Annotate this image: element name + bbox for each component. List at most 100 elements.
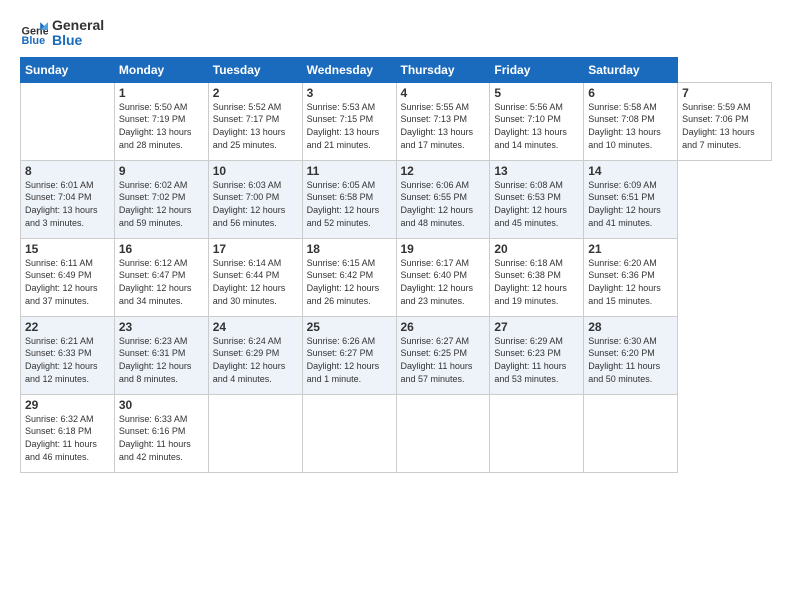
day-info: Sunrise: 6:03 AM Sunset: 7:00 PM Dayligh… bbox=[213, 179, 298, 229]
logo-icon: General Blue bbox=[20, 19, 48, 47]
calendar-week-row: 29Sunrise: 6:32 AM Sunset: 6:18 PM Dayli… bbox=[21, 394, 772, 472]
day-info: Sunrise: 6:30 AM Sunset: 6:20 PM Dayligh… bbox=[588, 335, 673, 385]
day-number: 24 bbox=[213, 320, 298, 334]
day-info: Sunrise: 6:29 AM Sunset: 6:23 PM Dayligh… bbox=[494, 335, 579, 385]
day-number: 19 bbox=[401, 242, 486, 256]
calendar-cell: 26Sunrise: 6:27 AM Sunset: 6:25 PM Dayli… bbox=[396, 316, 490, 394]
calendar-cell bbox=[21, 82, 115, 160]
calendar-cell bbox=[302, 394, 396, 472]
day-number: 3 bbox=[307, 86, 392, 100]
day-number: 5 bbox=[494, 86, 579, 100]
day-info: Sunrise: 6:15 AM Sunset: 6:42 PM Dayligh… bbox=[307, 257, 392, 307]
calendar-cell: 12Sunrise: 6:06 AM Sunset: 6:55 PM Dayli… bbox=[396, 160, 490, 238]
calendar-cell: 11Sunrise: 6:05 AM Sunset: 6:58 PM Dayli… bbox=[302, 160, 396, 238]
day-number: 15 bbox=[25, 242, 110, 256]
day-number: 29 bbox=[25, 398, 110, 412]
logo: General Blue General Blue bbox=[20, 18, 104, 49]
day-info: Sunrise: 6:20 AM Sunset: 6:36 PM Dayligh… bbox=[588, 257, 673, 307]
day-info: Sunrise: 6:02 AM Sunset: 7:02 PM Dayligh… bbox=[119, 179, 204, 229]
calendar-cell: 19Sunrise: 6:17 AM Sunset: 6:40 PM Dayli… bbox=[396, 238, 490, 316]
calendar-cell: 25Sunrise: 6:26 AM Sunset: 6:27 PM Dayli… bbox=[302, 316, 396, 394]
day-info: Sunrise: 5:50 AM Sunset: 7:19 PM Dayligh… bbox=[119, 101, 204, 151]
day-number: 22 bbox=[25, 320, 110, 334]
day-info: Sunrise: 6:18 AM Sunset: 6:38 PM Dayligh… bbox=[494, 257, 579, 307]
day-number: 20 bbox=[494, 242, 579, 256]
calendar-day-header: Friday bbox=[490, 57, 584, 82]
calendar-cell: 6Sunrise: 5:58 AM Sunset: 7:08 PM Daylig… bbox=[584, 82, 678, 160]
day-info: Sunrise: 6:12 AM Sunset: 6:47 PM Dayligh… bbox=[119, 257, 204, 307]
calendar-cell: 16Sunrise: 6:12 AM Sunset: 6:47 PM Dayli… bbox=[114, 238, 208, 316]
calendar-cell: 10Sunrise: 6:03 AM Sunset: 7:00 PM Dayli… bbox=[208, 160, 302, 238]
calendar-cell: 21Sunrise: 6:20 AM Sunset: 6:36 PM Dayli… bbox=[584, 238, 678, 316]
day-info: Sunrise: 6:01 AM Sunset: 7:04 PM Dayligh… bbox=[25, 179, 110, 229]
day-number: 9 bbox=[119, 164, 204, 178]
calendar-cell: 29Sunrise: 6:32 AM Sunset: 6:18 PM Dayli… bbox=[21, 394, 115, 472]
day-info: Sunrise: 6:14 AM Sunset: 6:44 PM Dayligh… bbox=[213, 257, 298, 307]
calendar-day-header: Tuesday bbox=[208, 57, 302, 82]
day-number: 16 bbox=[119, 242, 204, 256]
calendar-day-header: Saturday bbox=[584, 57, 678, 82]
day-number: 28 bbox=[588, 320, 673, 334]
calendar-week-row: 15Sunrise: 6:11 AM Sunset: 6:49 PM Dayli… bbox=[21, 238, 772, 316]
day-info: Sunrise: 5:52 AM Sunset: 7:17 PM Dayligh… bbox=[213, 101, 298, 151]
calendar-cell: 1Sunrise: 5:50 AM Sunset: 7:19 PM Daylig… bbox=[114, 82, 208, 160]
calendar-cell: 28Sunrise: 6:30 AM Sunset: 6:20 PM Dayli… bbox=[584, 316, 678, 394]
calendar-week-row: 1Sunrise: 5:50 AM Sunset: 7:19 PM Daylig… bbox=[21, 82, 772, 160]
day-info: Sunrise: 6:09 AM Sunset: 6:51 PM Dayligh… bbox=[588, 179, 673, 229]
day-info: Sunrise: 5:59 AM Sunset: 7:06 PM Dayligh… bbox=[682, 101, 767, 151]
calendar-cell: 13Sunrise: 6:08 AM Sunset: 6:53 PM Dayli… bbox=[490, 160, 584, 238]
day-number: 26 bbox=[401, 320, 486, 334]
calendar-cell: 18Sunrise: 6:15 AM Sunset: 6:42 PM Dayli… bbox=[302, 238, 396, 316]
calendar-cell: 24Sunrise: 6:24 AM Sunset: 6:29 PM Dayli… bbox=[208, 316, 302, 394]
day-info: Sunrise: 6:23 AM Sunset: 6:31 PM Dayligh… bbox=[119, 335, 204, 385]
logo-blue: Blue bbox=[52, 33, 104, 48]
day-info: Sunrise: 5:56 AM Sunset: 7:10 PM Dayligh… bbox=[494, 101, 579, 151]
calendar-cell: 9Sunrise: 6:02 AM Sunset: 7:02 PM Daylig… bbox=[114, 160, 208, 238]
day-number: 21 bbox=[588, 242, 673, 256]
calendar-table: SundayMondayTuesdayWednesdayThursdayFrid… bbox=[20, 57, 772, 473]
day-info: Sunrise: 6:05 AM Sunset: 6:58 PM Dayligh… bbox=[307, 179, 392, 229]
calendar-cell: 27Sunrise: 6:29 AM Sunset: 6:23 PM Dayli… bbox=[490, 316, 584, 394]
day-info: Sunrise: 6:27 AM Sunset: 6:25 PM Dayligh… bbox=[401, 335, 486, 385]
day-info: Sunrise: 6:17 AM Sunset: 6:40 PM Dayligh… bbox=[401, 257, 486, 307]
calendar-day-header: Monday bbox=[114, 57, 208, 82]
calendar-cell bbox=[490, 394, 584, 472]
day-info: Sunrise: 5:55 AM Sunset: 7:13 PM Dayligh… bbox=[401, 101, 486, 151]
day-number: 17 bbox=[213, 242, 298, 256]
day-number: 11 bbox=[307, 164, 392, 178]
day-number: 6 bbox=[588, 86, 673, 100]
day-number: 18 bbox=[307, 242, 392, 256]
day-info: Sunrise: 5:53 AM Sunset: 7:15 PM Dayligh… bbox=[307, 101, 392, 151]
day-number: 10 bbox=[213, 164, 298, 178]
header: General Blue General Blue bbox=[20, 18, 772, 49]
calendar-cell: 4Sunrise: 5:55 AM Sunset: 7:13 PM Daylig… bbox=[396, 82, 490, 160]
day-number: 7 bbox=[682, 86, 767, 100]
day-info: Sunrise: 6:24 AM Sunset: 6:29 PM Dayligh… bbox=[213, 335, 298, 385]
calendar-cell: 14Sunrise: 6:09 AM Sunset: 6:51 PM Dayli… bbox=[584, 160, 678, 238]
calendar-header-row: SundayMondayTuesdayWednesdayThursdayFrid… bbox=[21, 57, 772, 82]
day-info: Sunrise: 6:06 AM Sunset: 6:55 PM Dayligh… bbox=[401, 179, 486, 229]
calendar-week-row: 22Sunrise: 6:21 AM Sunset: 6:33 PM Dayli… bbox=[21, 316, 772, 394]
day-info: Sunrise: 5:58 AM Sunset: 7:08 PM Dayligh… bbox=[588, 101, 673, 151]
day-number: 2 bbox=[213, 86, 298, 100]
calendar-day-header: Sunday bbox=[21, 57, 115, 82]
day-info: Sunrise: 6:32 AM Sunset: 6:18 PM Dayligh… bbox=[25, 413, 110, 463]
day-number: 4 bbox=[401, 86, 486, 100]
calendar-cell: 3Sunrise: 5:53 AM Sunset: 7:15 PM Daylig… bbox=[302, 82, 396, 160]
logo-general: General bbox=[52, 18, 104, 33]
day-info: Sunrise: 6:33 AM Sunset: 6:16 PM Dayligh… bbox=[119, 413, 204, 463]
calendar-cell bbox=[584, 394, 678, 472]
calendar-cell: 15Sunrise: 6:11 AM Sunset: 6:49 PM Dayli… bbox=[21, 238, 115, 316]
calendar-cell: 8Sunrise: 6:01 AM Sunset: 7:04 PM Daylig… bbox=[21, 160, 115, 238]
day-number: 27 bbox=[494, 320, 579, 334]
day-number: 8 bbox=[25, 164, 110, 178]
day-number: 13 bbox=[494, 164, 579, 178]
day-info: Sunrise: 6:11 AM Sunset: 6:49 PM Dayligh… bbox=[25, 257, 110, 307]
calendar-cell: 7Sunrise: 5:59 AM Sunset: 7:06 PM Daylig… bbox=[678, 82, 772, 160]
day-info: Sunrise: 6:08 AM Sunset: 6:53 PM Dayligh… bbox=[494, 179, 579, 229]
day-number: 30 bbox=[119, 398, 204, 412]
day-number: 1 bbox=[119, 86, 204, 100]
calendar-week-row: 8Sunrise: 6:01 AM Sunset: 7:04 PM Daylig… bbox=[21, 160, 772, 238]
day-number: 14 bbox=[588, 164, 673, 178]
calendar-cell bbox=[208, 394, 302, 472]
